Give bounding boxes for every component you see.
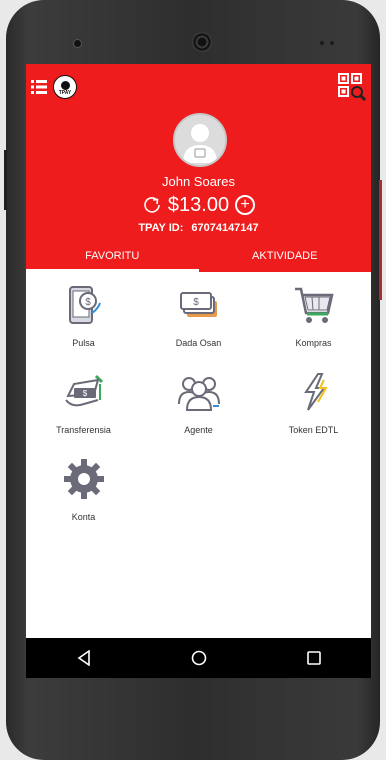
menu-item-label: Token EDTL: [288, 425, 339, 435]
home-icon[interactable]: [191, 650, 207, 666]
menu-icon[interactable]: [31, 80, 47, 94]
money-transfer-icon: $: [64, 374, 103, 407]
tpay-id-row: TPAY ID: 67074147147: [26, 222, 371, 234]
qr-scan-icon[interactable]: [338, 73, 366, 101]
tpay-id-label: TPAY ID:: [138, 222, 184, 234]
sensor-dot: [320, 41, 324, 45]
menu-item-kompras[interactable]: Kompras: [256, 280, 371, 367]
menu-item-label: Agente: [184, 425, 213, 435]
menu-item-label: Kompras: [295, 338, 332, 348]
volume-button: [4, 150, 7, 210]
back-icon[interactable]: [76, 650, 92, 666]
user-avatar-icon: [183, 124, 217, 163]
menu-item-konta[interactable]: Konta: [26, 454, 141, 541]
menu-item-dada-osan[interactable]: $ Dada Osan: [141, 280, 256, 367]
balance-amount: $13.00: [167, 194, 230, 216]
user-name: John Soares: [162, 174, 235, 189]
profile-header: TPAY John Soares $13.00 + TPAY ID: 67074…: [26, 64, 371, 272]
add-balance-button[interactable]: +: [235, 195, 256, 215]
menu-item-label: Konta: [71, 512, 96, 522]
menu-item-label: Transferensia: [56, 425, 111, 435]
favorites-grid: $ Pulsa $ Dada Osan Kompras $ Transferen…: [26, 280, 371, 541]
menu-item-label: Dada Osan: [175, 338, 222, 348]
menu-item-token-edtl[interactable]: Token EDTL: [256, 367, 371, 454]
app-screen: TPAY John Soares $13.00 + TPAY ID: 67074…: [26, 64, 371, 678]
avatar[interactable]: [173, 113, 227, 167]
menu-item-agente[interactable]: Agente: [141, 367, 256, 454]
speaker-grille: [192, 32, 212, 52]
svg-text:$: $: [193, 297, 199, 308]
svg-text:$: $: [82, 389, 87, 398]
tab-favoritu[interactable]: FAVORITU: [26, 240, 199, 272]
refresh-icon[interactable]: [142, 195, 162, 215]
phone-coin-icon: $: [68, 286, 101, 324]
cash-stack-icon: $: [179, 292, 217, 317]
recent-apps-icon[interactable]: [306, 650, 322, 666]
phone-top-bezel: [6, 0, 380, 64]
lightning-icon: [303, 373, 328, 411]
gear-icon: [63, 459, 104, 499]
svg-text:$: $: [85, 297, 91, 308]
tpay-id-value: 67074147147: [191, 222, 259, 234]
shopping-cart-icon: [294, 287, 334, 323]
balance-row: $13.00 +: [26, 192, 371, 218]
logo-text: TPAY: [58, 89, 72, 96]
side-accent: [379, 180, 382, 300]
tab-bar: FAVORITU AKTIVIDADE: [26, 240, 371, 272]
group-users-icon: [177, 377, 220, 411]
android-nav-bar: [26, 638, 371, 678]
tpay-logo: TPAY: [53, 75, 77, 99]
front-camera: [74, 40, 81, 47]
menu-item-label: Pulsa: [72, 338, 95, 348]
sensor-dot: [330, 41, 334, 45]
menu-item-transferensia[interactable]: $ Transferensia: [26, 367, 141, 454]
menu-item-pulsa[interactable]: $ Pulsa: [26, 280, 141, 367]
tab-aktividade[interactable]: AKTIVIDADE: [199, 240, 372, 272]
